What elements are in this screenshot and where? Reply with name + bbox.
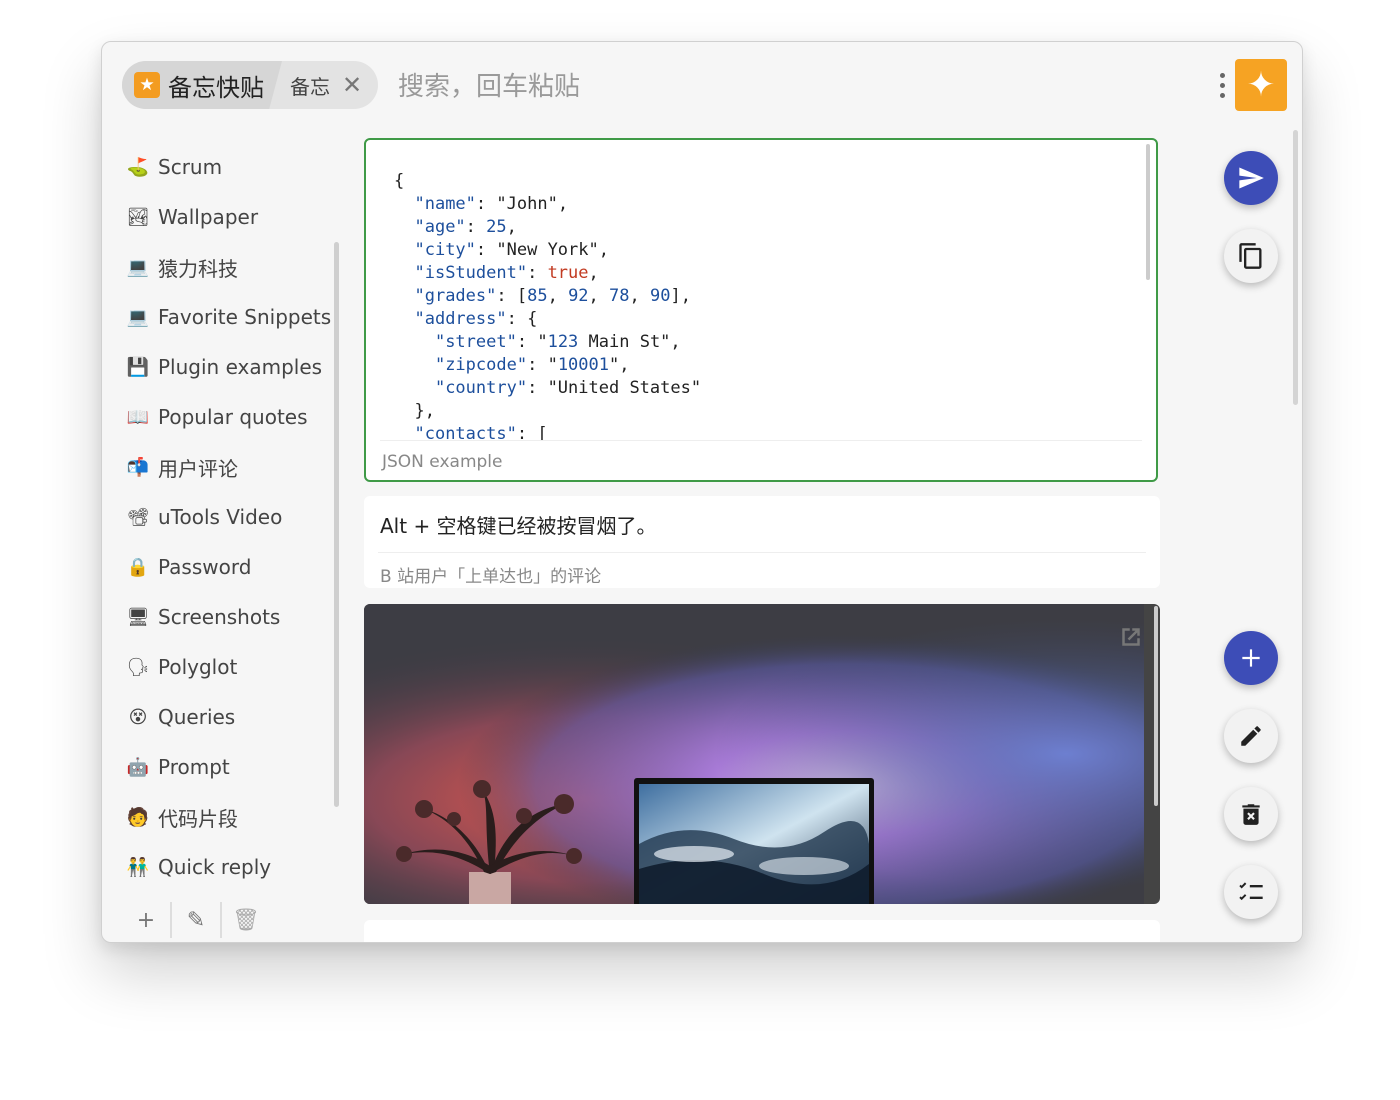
- app-logo-icon[interactable]: ✦: [1235, 59, 1287, 111]
- window-scrollbar[interactable]: [1293, 130, 1298, 405]
- divider: [380, 440, 1142, 441]
- sidebar-item-label: Wallpaper: [158, 205, 259, 229]
- robot-icon: 🤖: [126, 756, 150, 778]
- card-text-content: Alt + 空格键已经被按冒烟了。: [380, 514, 657, 538]
- send-icon: [1239, 167, 1264, 189]
- more-options-icon[interactable]: [1214, 68, 1230, 104]
- wallpaper-image: [364, 604, 1144, 904]
- sidebar-scrollbar[interactable]: [334, 242, 339, 807]
- edit-icon: [1241, 726, 1261, 746]
- delete-button[interactable]: [1224, 787, 1278, 841]
- sidebar-item-plugin-examples[interactable]: 💾 Plugin examples: [122, 347, 332, 387]
- card-description: JSON example: [382, 452, 503, 472]
- card-description: B 站用户「上单达也」的评论: [380, 567, 602, 587]
- edit-category-button[interactable]: ✎: [172, 908, 220, 933]
- sidebar-item-label: 猿力科技: [158, 256, 238, 281]
- person-icon: 🧑: [126, 806, 150, 828]
- send-button[interactable]: [1224, 151, 1278, 205]
- snippet-card-json[interactable]: { "name": "John", "age": 25, "city": "Ne…: [364, 138, 1158, 482]
- sidebar-actions: + ✎ 🗑: [122, 900, 322, 940]
- app-name: 备忘快贴: [168, 73, 264, 102]
- card-scrollbar[interactable]: [1146, 144, 1150, 280]
- sidebar-item-password[interactable]: 🔒 Password: [122, 547, 332, 587]
- dizzy-face-icon: 😵: [128, 706, 148, 728]
- sidebar-item-wallpaper[interactable]: 🏞 Wallpaper: [122, 197, 332, 237]
- sidebar: ⛳ Scrum 🏞 Wallpaper 💻 猿力科技 💻 Favorite Sn…: [102, 142, 352, 942]
- sidebar-item-favorite-snippets[interactable]: 💻 Favorite Snippets: [122, 297, 332, 337]
- open-external-icon[interactable]: [1116, 622, 1146, 652]
- sidebar-item-label: Queries: [158, 705, 236, 729]
- sidebar-item-label: uTools Video: [158, 505, 283, 529]
- app-window: ★ 备忘快贴 备忘 ✕ ✦ ⛳ Scrum 🏞 Wallpaper 💻 猿力科技: [101, 41, 1303, 943]
- sidebar-item-label: Scrum: [158, 155, 223, 179]
- sidebar-item-prompt[interactable]: 🤖 Prompt: [122, 747, 332, 787]
- snippet-card-partial[interactable]: [364, 920, 1160, 942]
- sidebar-item-popular-quotes[interactable]: 📖 Popular quotes: [122, 397, 332, 437]
- laptop-icon: 💻: [126, 256, 150, 278]
- sidebar-item-label: Favorite Snippets: [158, 305, 332, 329]
- sidebar-item-yuanli[interactable]: 💻 猿力科技: [122, 247, 332, 287]
- add-category-button[interactable]: +: [122, 908, 170, 933]
- copy-icon: [1239, 243, 1262, 269]
- sidebar-item-label: Screenshots: [158, 605, 281, 629]
- speaking-head-icon: 🗣: [126, 656, 150, 678]
- checklist-icon: [1239, 882, 1263, 901]
- lock-icon: 🔒: [126, 556, 150, 578]
- mailbox-icon: 📬: [126, 456, 150, 478]
- floppy-disk-icon: 💾: [126, 356, 150, 378]
- landscape-icon: 🏞: [126, 206, 150, 228]
- sidebar-item-label: Password: [158, 555, 252, 579]
- delete-icon: [1242, 804, 1260, 825]
- sidebar-item-label: 用户评论: [158, 456, 238, 481]
- add-icon: [1242, 649, 1260, 667]
- sidebar-item-user-comments[interactable]: 📬 用户评论: [122, 447, 332, 487]
- snippet-list: { "name": "John", "age": 25, "city": "Ne…: [364, 138, 1164, 942]
- tag-label: 备忘: [290, 74, 330, 99]
- breadcrumb: ★ 备忘快贴 备忘 ✕: [122, 61, 378, 109]
- snippet-card-text[interactable]: Alt + 空格键已经被按冒烟了。 B 站用户「上单达也」的评论: [364, 496, 1160, 588]
- snippet-card-image[interactable]: [364, 604, 1160, 904]
- code-block: { "name": "John", "age": 25, "city": "Ne…: [394, 171, 702, 440]
- close-icon[interactable]: ✕: [342, 71, 362, 99]
- edit-button[interactable]: [1224, 709, 1278, 763]
- sidebar-item-quick-reply[interactable]: 👬 Quick reply: [122, 847, 332, 887]
- delete-category-button[interactable]: 🗑: [222, 908, 270, 933]
- add-button[interactable]: [1224, 631, 1278, 685]
- star-logo-icon: ★: [134, 72, 160, 98]
- sidebar-item-label: 代码片段: [158, 806, 238, 831]
- laptop-icon: 💻: [126, 306, 150, 328]
- breadcrumb-tag: 备忘 ✕: [290, 61, 362, 109]
- sidebar-item-polyglot[interactable]: 🗣 Polyglot: [122, 647, 332, 687]
- header: ★ 备忘快贴 备忘 ✕ ✦: [102, 42, 1302, 130]
- sidebar-item-scrum[interactable]: ⛳ Scrum: [122, 147, 332, 187]
- card-scrollbar[interactable]: [1154, 606, 1158, 806]
- sidebar-item-label: Prompt: [158, 755, 230, 779]
- sidebar-item-label: Popular quotes: [158, 405, 308, 429]
- copy-button[interactable]: [1224, 229, 1278, 283]
- divider: [378, 552, 1146, 553]
- sidebar-item-label: Quick reply: [158, 855, 272, 879]
- breadcrumb-app[interactable]: ★ 备忘快贴: [122, 61, 282, 109]
- sidebar-item-screenshots[interactable]: 🖥 Screenshots: [122, 597, 332, 637]
- sidebar-item-queries[interactable]: 😵 Queries: [122, 697, 332, 737]
- people-icon: 👬: [126, 856, 150, 878]
- golf-icon: ⛳: [126, 156, 150, 178]
- projector-icon: 📽: [126, 506, 150, 528]
- search-input[interactable]: [396, 66, 1100, 108]
- sidebar-item-label: Plugin examples: [158, 355, 323, 379]
- book-icon: 📖: [126, 406, 150, 428]
- monitor-icon: 🖥: [126, 606, 150, 628]
- sidebar-item-code-snippets[interactable]: 🧑 代码片段: [122, 797, 332, 837]
- sidebar-item-label: Polyglot: [158, 655, 238, 679]
- multi-select-button[interactable]: [1224, 865, 1278, 919]
- sidebar-item-utools-video[interactable]: 📽 uTools Video: [122, 497, 332, 537]
